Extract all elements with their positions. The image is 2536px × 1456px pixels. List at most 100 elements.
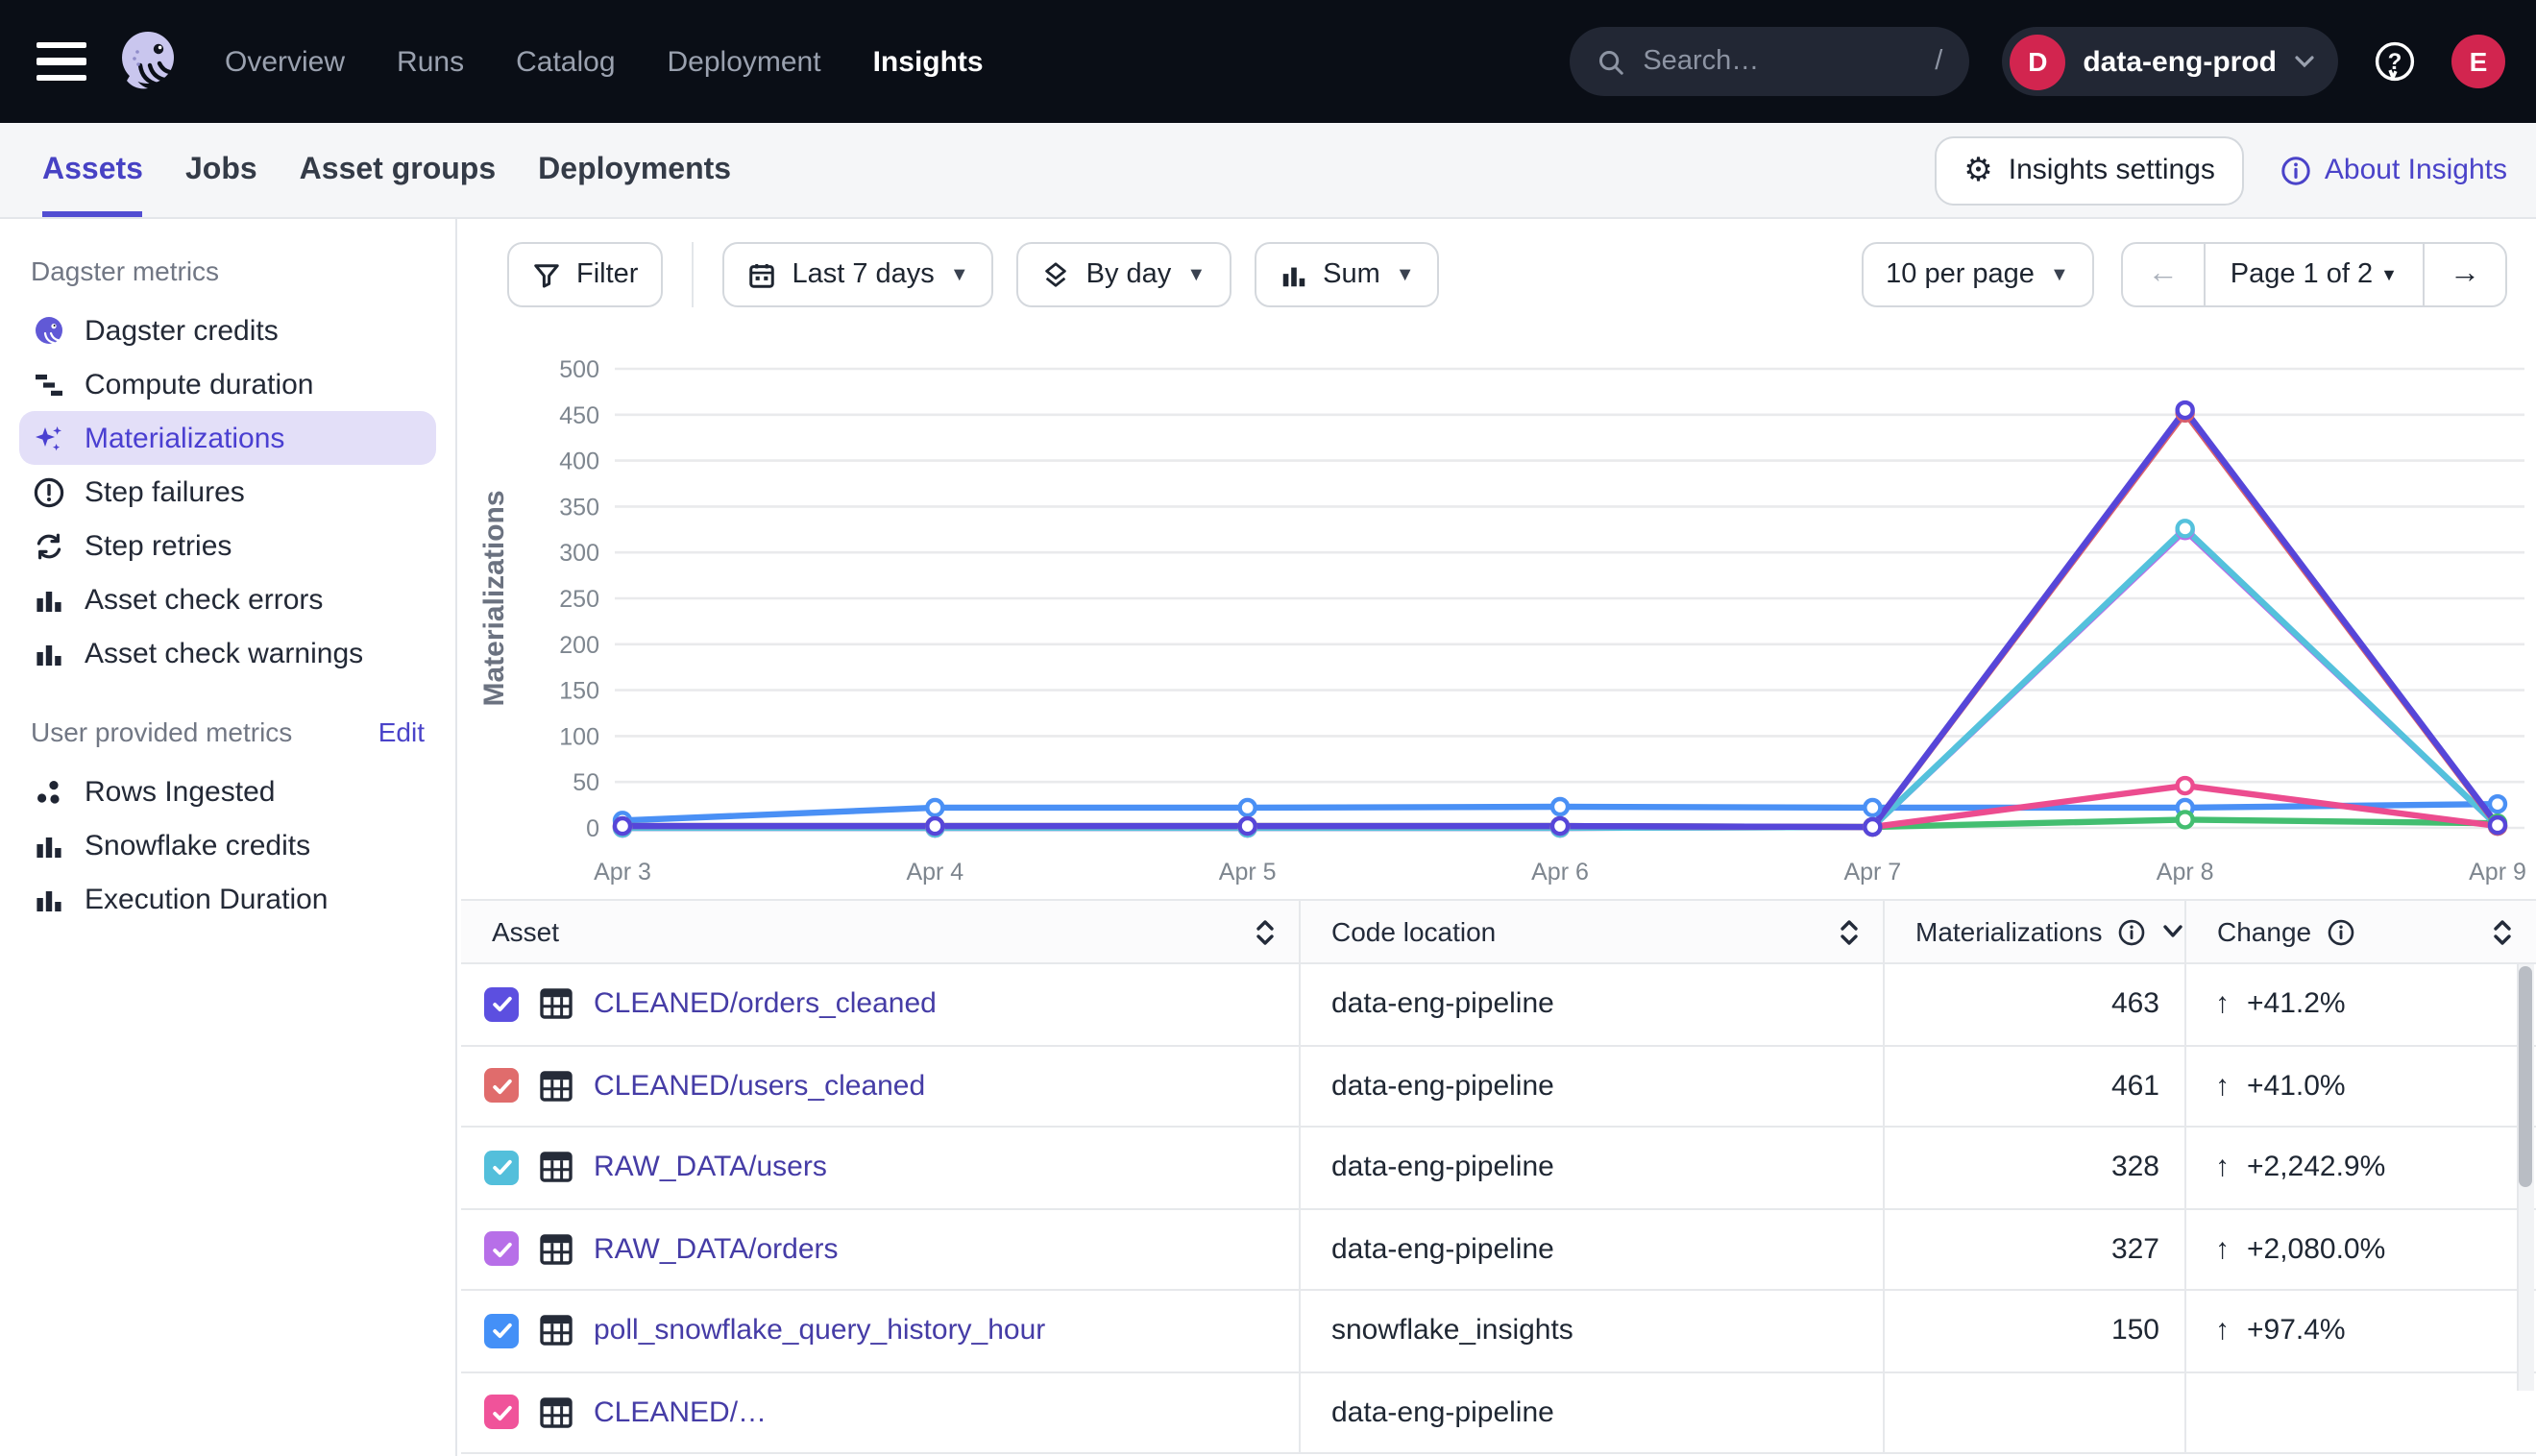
sidebar-item-label: Step retries bbox=[85, 529, 232, 562]
series-line-CLEANED/users_cleaned[interactable] bbox=[622, 413, 2498, 827]
sidebar-item-step-failures[interactable]: Step failures bbox=[19, 465, 436, 519]
toolbar-divider bbox=[692, 242, 694, 307]
table-row: RAW_DATA/ordersdata-eng-pipeline327↑+2,0… bbox=[461, 1209, 2536, 1291]
y-axis-label: Materializations bbox=[478, 490, 510, 706]
sort-icon[interactable] bbox=[1839, 917, 1860, 946]
topnav-item-overview[interactable]: Overview bbox=[225, 45, 345, 78]
data-point[interactable] bbox=[615, 818, 630, 834]
user-avatar[interactable]: E bbox=[2451, 35, 2505, 88]
data-point[interactable] bbox=[927, 818, 942, 834]
asset-link[interactable]: RAW_DATA/users bbox=[594, 1152, 827, 1184]
series-checkbox[interactable] bbox=[484, 1151, 519, 1185]
deployment-badge: D bbox=[2010, 34, 2065, 89]
granularity-button[interactable]: By day ▼ bbox=[1017, 242, 1231, 307]
up-arrow-icon: ↑ bbox=[2215, 988, 2230, 1021]
up-arrow-icon: ↑ bbox=[2215, 1315, 2230, 1347]
scrollbar-thumb[interactable] bbox=[2519, 966, 2531, 1187]
series-checkbox[interactable] bbox=[484, 1395, 519, 1430]
per-page-select[interactable]: 10 per page ▼ bbox=[1861, 242, 2094, 307]
data-point[interactable] bbox=[1865, 800, 1880, 815]
sidebar-item-label: Materializations bbox=[85, 422, 284, 454]
asset-link[interactable]: CLEANED/orders_cleaned bbox=[594, 988, 937, 1021]
asset-link[interactable]: CLEANED/users_cleaned bbox=[594, 1070, 925, 1103]
asset-link[interactable]: poll_snowflake_query_history_hour bbox=[594, 1315, 1045, 1347]
data-point[interactable] bbox=[1240, 818, 1256, 834]
data-point[interactable] bbox=[2178, 812, 2193, 827]
x-tick-label: Apr 3 bbox=[594, 859, 651, 886]
data-point[interactable] bbox=[927, 800, 942, 815]
sidebar-item-execution-duration[interactable]: Execution Duration bbox=[19, 872, 436, 926]
change-cell: ↑+41.0% bbox=[2186, 1046, 2536, 1126]
series-checkbox[interactable] bbox=[484, 1232, 519, 1267]
data-point[interactable] bbox=[2178, 402, 2193, 418]
column-header-materializations[interactable]: Materializations bbox=[1885, 901, 2186, 962]
y-tick-label: 350 bbox=[559, 494, 599, 521]
tab-jobs[interactable]: Jobs bbox=[185, 123, 257, 217]
asset-link[interactable]: RAW_DATA/orders bbox=[594, 1233, 839, 1266]
data-point[interactable] bbox=[1552, 799, 1568, 814]
deployment-switcher[interactable]: D data-eng-prod bbox=[2002, 27, 2338, 96]
sidebar-item-asset-check-warnings[interactable]: Asset check warnings bbox=[19, 626, 436, 680]
sidebar-item-label: Compute duration bbox=[85, 368, 314, 400]
series-line-RAW_DATA/orders[interactable] bbox=[622, 530, 2498, 828]
filter-icon bbox=[532, 260, 561, 289]
data-point[interactable] bbox=[2178, 778, 2193, 793]
alert-circle-icon bbox=[33, 475, 65, 508]
sidebar-item-snowflake-credits[interactable]: Snowflake credits bbox=[19, 818, 436, 872]
data-point[interactable] bbox=[2490, 796, 2505, 812]
sidebar-item-asset-check-errors[interactable]: Asset check errors bbox=[19, 572, 436, 626]
series-line-CLEANED/orders_cleaned[interactable] bbox=[622, 410, 2498, 827]
info-icon[interactable] bbox=[2118, 917, 2147, 946]
aggregation-button[interactable]: Sum ▼ bbox=[1254, 242, 1439, 307]
tab-deployments[interactable]: Deployments bbox=[538, 123, 731, 217]
tab-assets[interactable]: Assets bbox=[42, 123, 143, 217]
data-point[interactable] bbox=[1552, 818, 1568, 834]
column-header-asset[interactable]: Asset bbox=[461, 901, 1301, 962]
topnav-item-insights[interactable]: Insights bbox=[873, 45, 984, 78]
sidebar-item-materializations[interactable]: Materializations bbox=[19, 411, 436, 465]
code-location-cell: data-eng-pipeline bbox=[1301, 1209, 1885, 1289]
page-select[interactable]: Page 1 of 2 ▼ bbox=[2204, 244, 2423, 305]
materializations-cell: 461 bbox=[1885, 1046, 2186, 1126]
asset-link[interactable]: CLEANED/… bbox=[594, 1396, 767, 1429]
column-header-change[interactable]: Change bbox=[2186, 901, 2536, 962]
data-point[interactable] bbox=[1865, 819, 1880, 835]
svg-text:?: ? bbox=[2388, 48, 2402, 74]
y-tick-label: 500 bbox=[559, 356, 599, 383]
table-scrollbar[interactable] bbox=[2517, 964, 2534, 1391]
sidebar-item-rows-ingested[interactable]: Rows Ingested bbox=[19, 764, 436, 818]
prev-page-button[interactable]: ← bbox=[2123, 244, 2204, 305]
insights-settings-button[interactable]: ⚙ Insights settings bbox=[1935, 135, 2244, 205]
series-checkbox[interactable] bbox=[484, 987, 519, 1022]
column-header-code-location[interactable]: Code location bbox=[1301, 901, 1885, 962]
materializations-cell: 463 bbox=[1885, 964, 2186, 1044]
topnav-item-runs[interactable]: Runs bbox=[397, 45, 464, 78]
tab-asset-groups[interactable]: Asset groups bbox=[300, 123, 497, 217]
next-page-button[interactable]: → bbox=[2423, 244, 2505, 305]
sidebar-item-compute-duration[interactable]: Compute duration bbox=[19, 357, 436, 411]
sidebar-item-dagster-credits[interactable]: Dagster credits bbox=[19, 303, 436, 357]
data-point[interactable] bbox=[2490, 817, 2505, 833]
help-icon[interactable]: ? bbox=[2371, 37, 2419, 85]
data-point[interactable] bbox=[1240, 800, 1256, 815]
edit-metrics-link[interactable]: Edit bbox=[378, 716, 425, 747]
topnav-item-deployment[interactable]: Deployment bbox=[668, 45, 821, 78]
series-checkbox[interactable] bbox=[484, 1314, 519, 1348]
sort-icon[interactable] bbox=[1255, 917, 1276, 946]
top-navigation: Overview Runs Catalog Deployment Insights bbox=[225, 45, 984, 78]
materializations-cell: 327 bbox=[1885, 1209, 2186, 1289]
sort-desc-icon[interactable] bbox=[2162, 924, 2185, 939]
topnav-item-catalog[interactable]: Catalog bbox=[516, 45, 615, 78]
search-input[interactable]: Search… / bbox=[1570, 27, 1969, 96]
date-range-button[interactable]: Last 7 days ▼ bbox=[722, 242, 993, 307]
about-insights-link[interactable]: About Insights bbox=[2280, 154, 2507, 186]
series-checkbox[interactable] bbox=[484, 1069, 519, 1104]
dots-icon bbox=[33, 775, 65, 808]
filter-button[interactable]: Filter bbox=[507, 242, 663, 307]
sidebar-item-step-retries[interactable]: Step retries bbox=[19, 519, 436, 572]
data-point[interactable] bbox=[2178, 521, 2193, 536]
info-icon[interactable] bbox=[2327, 917, 2355, 946]
dagster-logo-icon[interactable] bbox=[113, 27, 183, 96]
sort-icon[interactable] bbox=[2492, 917, 2513, 946]
hamburger-menu-icon[interactable] bbox=[37, 42, 86, 81]
